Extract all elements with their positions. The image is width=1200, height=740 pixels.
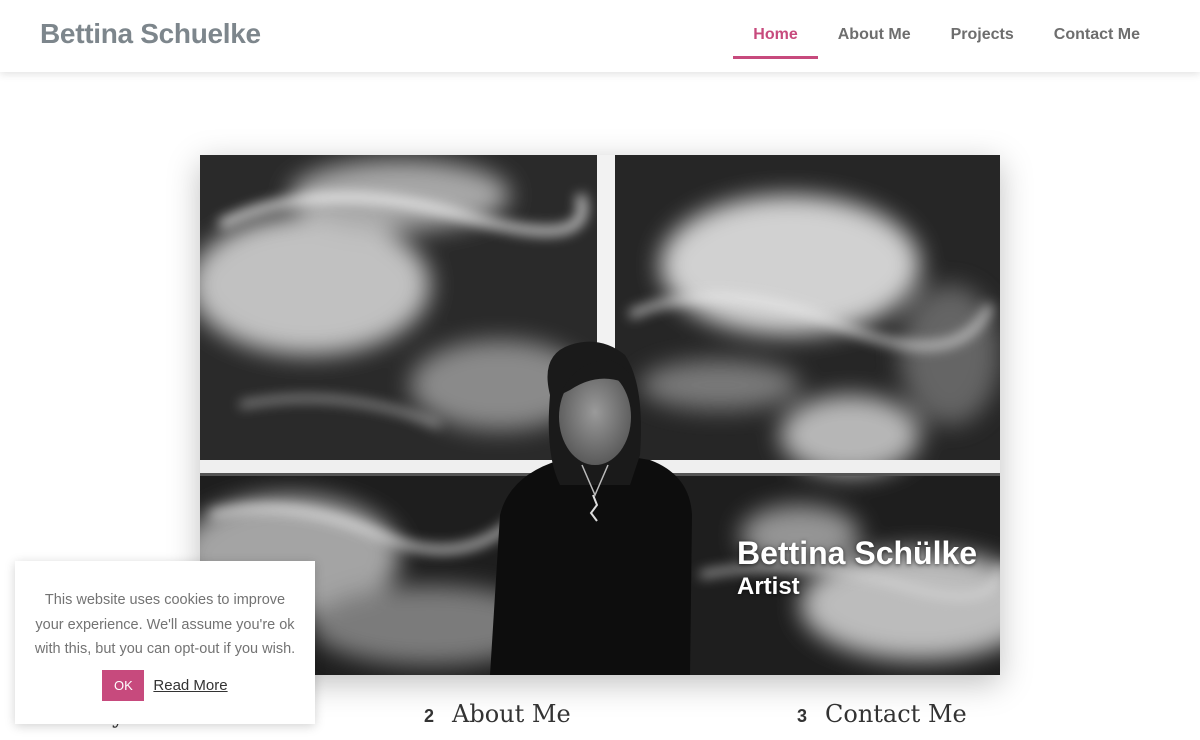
cookie-notice: This website uses cookies to improve you… <box>15 561 315 724</box>
cookie-notice-text: This website uses cookies to improve you… <box>34 592 296 657</box>
section-number: 3 <box>797 706 808 726</box>
section-title: Contact Me <box>825 700 967 728</box>
section-title: About Me <box>452 700 571 728</box>
section-heading-about[interactable]: 2 About Me <box>424 700 571 728</box>
hero-artist-name: Bettina Schülke <box>737 535 978 571</box>
hero-artist-role: Artist <box>737 573 800 600</box>
site-header: Bettina Schuelke Home About Me Projects … <box>0 0 1200 72</box>
section-heading-contact[interactable]: 3 Contact Me <box>797 700 967 728</box>
section-number: 2 <box>424 706 435 726</box>
cookie-read-more-link[interactable]: Read More <box>153 677 227 694</box>
hero-image: Bettina Schülke Artist <box>200 155 1000 675</box>
nav-item-home[interactable]: Home <box>733 0 819 72</box>
nav-item-contact-me[interactable]: Contact Me <box>1034 0 1160 72</box>
cookie-ok-button[interactable]: OK <box>102 669 145 701</box>
nav-item-projects[interactable]: Projects <box>931 0 1034 72</box>
site-title[interactable]: Bettina Schuelke <box>40 18 261 50</box>
nav-item-about-me[interactable]: About Me <box>818 0 931 72</box>
cookie-actions: OK Read More <box>15 669 315 701</box>
main-nav: Home About Me Projects Contact Me <box>733 0 1160 72</box>
artist-portrait-photo <box>200 155 1000 675</box>
